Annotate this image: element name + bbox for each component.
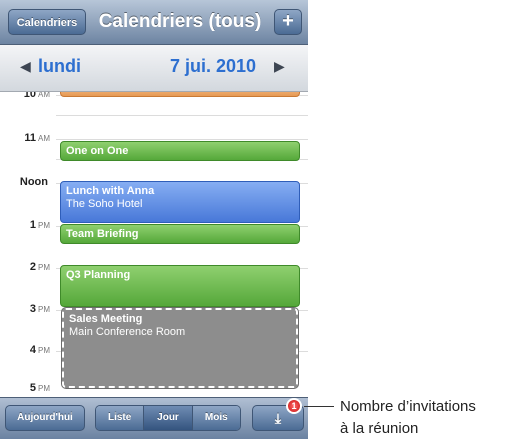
invitation-count-badge: 1 <box>286 398 302 414</box>
previous-day-icon[interactable]: ◀ <box>20 58 31 75</box>
page-title: Calendriers (tous) <box>98 11 262 32</box>
date-label: 7 jui. 2010 <box>170 56 257 76</box>
view-month-tab[interactable]: Mois <box>192 406 240 430</box>
calendar-app: Calendriers Calendriers (tous) + ◀ lundi… <box>0 0 308 439</box>
date-bar: ◀ lundi 7 jui. 2010 ▶ <box>0 45 308 92</box>
callout-annotation: Nombre d’invitations à la réunion <box>340 396 512 440</box>
hour-label-1pm: 1 PM <box>29 219 50 231</box>
hour-label-3pm: 3 PM <box>29 303 50 315</box>
download-icon: ⤓ <box>274 410 282 426</box>
next-day-icon[interactable]: ▶ <box>274 58 285 75</box>
event-title: One on One <box>66 145 129 157</box>
event-location: Main Conference Room <box>69 326 186 338</box>
today-button[interactable]: Aujourd'hui <box>5 405 85 431</box>
view-day-tab[interactable]: Jour <box>144 406 193 430</box>
event-title: Q3 Planning <box>66 269 131 281</box>
view-segmented-control: Liste Jour Mois <box>95 405 241 431</box>
event-title: Lunch with Anna <box>66 185 155 197</box>
hour-label-2pm: 2 PM <box>29 261 50 273</box>
day-name: lundi <box>38 56 81 76</box>
event-location: The Soho Hotel <box>66 198 143 210</box>
hour-label-4pm: 4 PM <box>29 344 50 356</box>
half-hour-gridline <box>56 115 308 116</box>
hour-gridline <box>56 139 308 140</box>
pending-invitation-event[interactable]: Sales Meeting Main Conference Room <box>61 307 299 389</box>
hour-label-11am: 11 AM <box>24 132 50 144</box>
event-block[interactable]: Lunch with Anna The Soho Hotel <box>60 181 300 223</box>
nav-bar: Calendriers Calendriers (tous) + <box>0 0 308 45</box>
callout-line-1: Nombre d’invitations <box>340 398 476 415</box>
hour-label-5pm: 5 PM <box>29 382 50 394</box>
bottom-toolbar: Aujourd'hui Liste Jour Mois ⤓ <box>0 397 308 439</box>
calendars-button[interactable]: Calendriers <box>8 9 86 35</box>
event-block[interactable]: Q3 Planning <box>60 265 300 307</box>
event-title: Team Briefing <box>66 228 139 240</box>
event-block[interactable]: One on One <box>60 141 300 161</box>
add-event-button[interactable]: + <box>274 9 302 35</box>
event-block[interactable] <box>60 92 300 97</box>
callout-line-2: à la réunion <box>340 420 419 437</box>
hour-label-noon: Noon <box>19 176 48 188</box>
view-list-tab[interactable]: Liste <box>96 406 145 430</box>
hour-label-10am: 10 AM <box>23 92 50 100</box>
day-timeline[interactable]: 10 AM 11 AM Noon 1 PM 2 PM 3 PM 4 PM 5 PM One o… <box>0 92 308 397</box>
event-block[interactable]: Team Briefing <box>60 224 300 244</box>
callout-leader-line <box>304 406 334 407</box>
event-title: Sales Meeting <box>69 313 143 325</box>
